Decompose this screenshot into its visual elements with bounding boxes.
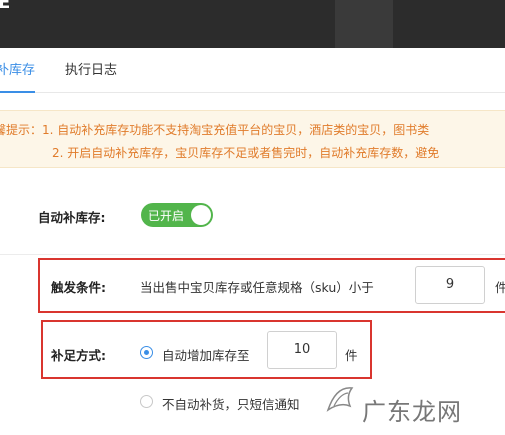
notice-line-1: 馨提示：1. 自动补充库存功能不支持淘宝充值平台的宝贝，酒店类的宝贝，图书类 bbox=[0, 123, 430, 137]
trigger-description: 当出售中宝贝库存或任意规格（sku）小于 bbox=[140, 280, 374, 295]
tab-execution-log[interactable]: 执行日志 bbox=[65, 48, 117, 92]
method-label: 补足方式: bbox=[51, 348, 106, 363]
section-divider bbox=[0, 254, 505, 255]
watermark-logo-icon bbox=[326, 387, 354, 412]
tab-restock[interactable]: 补库存 bbox=[0, 48, 36, 93]
top-navigation-bar: E bbox=[0, 0, 505, 48]
trigger-threshold-input[interactable]: 9 bbox=[415, 266, 485, 304]
radio-no-auto-restock[interactable] bbox=[140, 395, 153, 408]
option-auto-increase-label: 自动增加库存至 bbox=[162, 348, 250, 363]
watermark-text: 广东龙网 bbox=[362, 398, 462, 426]
tab-bar: 补库存 执行日志 bbox=[0, 48, 505, 93]
option-no-auto-restock-label: 不自动补货，只短信通知 bbox=[162, 397, 300, 412]
auto-restock-toggle[interactable]: 已开启 bbox=[141, 203, 213, 227]
radio-auto-increase[interactable] bbox=[140, 346, 153, 359]
toggle-knob bbox=[191, 205, 211, 225]
nav-item-highlight[interactable] bbox=[335, 0, 393, 48]
toggle-status-text: 已开启 bbox=[148, 209, 185, 223]
logo-fragment: E bbox=[0, 0, 11, 13]
notice-line-2: 2. 开启自动补充库存，宝贝库存不足或者售完时，自动补充库存数，避免 bbox=[52, 146, 440, 160]
trigger-label: 触发条件: bbox=[51, 280, 106, 295]
auto-restock-label: 自动补库存: bbox=[38, 210, 106, 225]
trigger-unit: 件 bbox=[495, 280, 505, 295]
notice-panel: 馨提示：1. 自动补充库存功能不支持淘宝充值平台的宝贝，酒店类的宝贝，图书类 2… bbox=[0, 110, 505, 168]
restock-target-input[interactable]: 10 bbox=[267, 331, 337, 369]
method-unit: 件 bbox=[345, 348, 358, 363]
